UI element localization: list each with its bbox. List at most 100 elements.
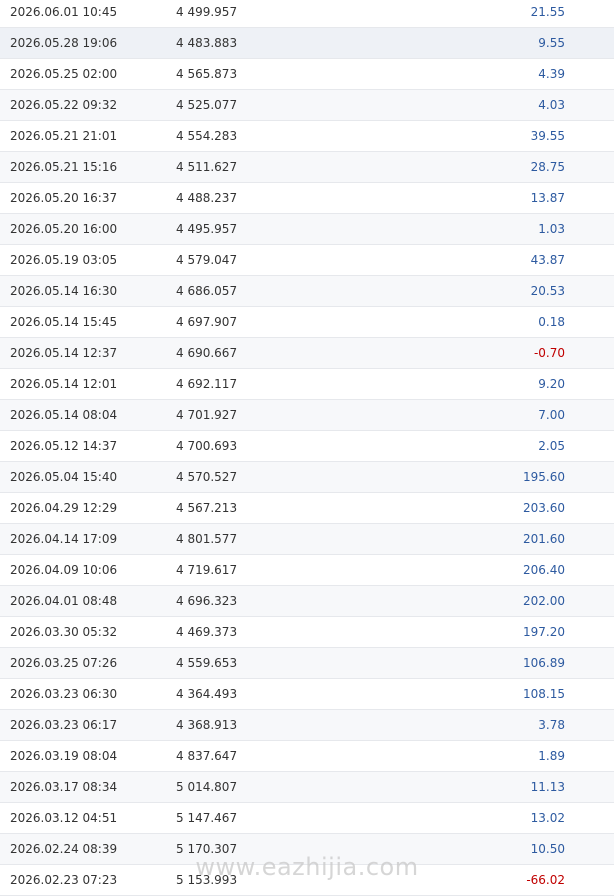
trade-price: 5 170.307	[176, 842, 238, 856]
trade-time: 2026.03.17 08:34	[10, 780, 118, 794]
trade-price: 4 837.647	[176, 749, 238, 763]
trade-price: 4 559.653	[176, 656, 238, 670]
trade-profit: 13.87	[530, 191, 565, 205]
trade-time: 2026.05.19 03:05	[10, 253, 118, 267]
trade-time: 2026.03.30 05:32	[10, 625, 118, 639]
trade-time: 2026.05.20 16:37	[10, 191, 118, 205]
table-row[interactable]: 2026.05.14 15:45 4 697.907 0.18	[0, 307, 614, 338]
trade-time: 2026.05.21 15:16	[10, 160, 118, 174]
trade-price: 4 495.957	[176, 222, 238, 236]
trade-profit: 203.60	[523, 501, 565, 515]
table-row[interactable]: 2026.05.19 03:05 4 579.047 43.87	[0, 245, 614, 276]
trade-price: 4 499.957	[176, 5, 238, 19]
trade-time: 2026.03.25 07:26	[10, 656, 118, 670]
table-row[interactable]: 2026.03.23 06:17 4 368.913 3.78	[0, 710, 614, 741]
table-row[interactable]: 2026.05.20 16:00 4 495.957 1.03	[0, 214, 614, 245]
trade-price: 4 565.873	[176, 67, 238, 81]
trade-time: 2026.05.04 15:40	[10, 470, 118, 484]
trade-time: 2026.05.14 15:45	[10, 315, 118, 329]
table-row[interactable]: 2026.05.21 15:16 4 511.627 28.75	[0, 152, 614, 183]
trade-time: 2026.05.14 12:01	[10, 377, 118, 391]
trade-profit: 43.87	[530, 253, 565, 267]
trade-profit: 195.60	[523, 470, 565, 484]
trade-time: 2026.05.21 21:01	[10, 129, 118, 143]
trade-price: 5 147.467	[176, 811, 238, 825]
trade-profit: 28.75	[530, 160, 565, 174]
trade-price: 4 700.693	[176, 439, 238, 453]
trade-profit: 106.89	[523, 656, 565, 670]
trade-profit: 11.13	[530, 780, 565, 794]
trade-price: 4 570.527	[176, 470, 238, 484]
table-row[interactable]: 2026.03.17 08:34 5 014.807 11.13	[0, 772, 614, 803]
trade-time: 2026.05.20 16:00	[10, 222, 118, 236]
trade-profit: 39.55	[530, 129, 565, 143]
trade-price: 4 567.213	[176, 501, 238, 515]
table-row[interactable]: 2026.03.25 07:26 4 559.653 106.89	[0, 648, 614, 679]
table-row[interactable]: 2026.04.14 17:09 4 801.577 201.60	[0, 524, 614, 555]
table-row[interactable]: 2026.05.14 12:01 4 692.117 9.20	[0, 369, 614, 400]
table-row[interactable]: 2026.05.12 14:37 4 700.693 2.05	[0, 431, 614, 462]
table-row[interactable]: 2026.03.23 06:30 4 364.493 108.15	[0, 679, 614, 710]
trade-price: 4 692.117	[176, 377, 238, 391]
trade-price: 4 801.577	[176, 532, 238, 546]
trade-profit: 4.03	[538, 98, 565, 112]
trade-profit: 21.55	[530, 5, 565, 19]
trade-time: 2026.03.12 04:51	[10, 811, 118, 825]
table-row[interactable]: 2026.04.09 10:06 4 719.617 206.40	[0, 555, 614, 586]
table-row[interactable]: 2026.04.29 12:29 4 567.213 203.60	[0, 493, 614, 524]
trade-time: 2026.06.01 10:45	[10, 5, 118, 19]
trade-price: 4 690.667	[176, 346, 238, 360]
trade-price: 4 469.373	[176, 625, 238, 639]
trade-price: 4 701.927	[176, 408, 238, 422]
trade-time: 2026.05.12 14:37	[10, 439, 118, 453]
trade-price: 4 554.283	[176, 129, 238, 143]
table-row[interactable]: 2026.02.24 08:39 5 170.307 10.50	[0, 834, 614, 865]
table-row[interactable]: 2026.04.01 08:48 4 696.323 202.00	[0, 586, 614, 617]
trade-time: 2026.02.24 08:39	[10, 842, 118, 856]
trade-price: 4 719.617	[176, 563, 238, 577]
table-row[interactable]: 2026.03.30 05:32 4 469.373 197.20	[0, 617, 614, 648]
table-row[interactable]: 2026.05.14 12:37 4 690.667 -0.70	[0, 338, 614, 369]
trade-time: 2026.05.14 16:30	[10, 284, 118, 298]
trade-time: 2026.04.09 10:06	[10, 563, 118, 577]
trade-profit: 7.00	[538, 408, 565, 422]
trade-profit: 0.18	[538, 315, 565, 329]
table-row[interactable]: 2026.05.04 15:40 4 570.527 195.60	[0, 462, 614, 493]
trade-price: 4 488.237	[176, 191, 238, 205]
table-row[interactable]: 2026.05.25 02:00 4 565.873 4.39	[0, 59, 614, 90]
trade-price: 4 364.493	[176, 687, 238, 701]
trade-profit: 201.60	[523, 532, 565, 546]
trade-profit: 197.20	[523, 625, 565, 639]
trade-price: 4 511.627	[176, 160, 238, 174]
trade-history-table: 2026.06.01 10:45 4 499.957 21.55 2026.05.28…	[0, 0, 614, 896]
trade-time: 2026.04.29 12:29	[10, 501, 118, 515]
table-row[interactable]: 2026.05.21 21:01 4 554.283 39.55	[0, 121, 614, 152]
trade-price: 4 483.883	[176, 36, 238, 50]
table-row[interactable]: 2026.05.20 16:37 4 488.237 13.87	[0, 183, 614, 214]
trade-profit: 4.39	[538, 67, 565, 81]
table-row[interactable]: 2026.05.28 19:06 4 483.883 9.55	[0, 28, 614, 59]
table-row[interactable]: 2026.05.14 16:30 4 686.057 20.53	[0, 276, 614, 307]
trade-time: 2026.04.14 17:09	[10, 532, 118, 546]
trade-profit: 13.02	[530, 811, 565, 825]
trade-price: 4 686.057	[176, 284, 238, 298]
trade-time: 2026.05.28 19:06	[10, 36, 118, 50]
trade-profit: 108.15	[523, 687, 565, 701]
table-row[interactable]: 2026.03.19 08:04 4 837.647 1.89	[0, 741, 614, 772]
trade-time: 2026.05.14 08:04	[10, 408, 118, 422]
trade-time: 2026.05.14 12:37	[10, 346, 118, 360]
trade-time: 2026.05.25 02:00	[10, 67, 118, 81]
trade-profit: 9.55	[538, 36, 565, 50]
table-row[interactable]: 2026.05.14 08:04 4 701.927 7.00	[0, 400, 614, 431]
table-row[interactable]: 2026.03.12 04:51 5 147.467 13.02	[0, 803, 614, 834]
table-row[interactable]: 2026.05.22 09:32 4 525.077 4.03	[0, 90, 614, 121]
table-row[interactable]: 2026.06.01 10:45 4 499.957 21.55	[0, 0, 614, 28]
trade-price: 4 696.323	[176, 594, 238, 608]
trade-profit: 206.40	[523, 563, 565, 577]
table-row[interactable]: 2026.02.23 07:23 5 153.993 -66.02	[0, 865, 614, 896]
trade-time: 2026.03.23 06:30	[10, 687, 118, 701]
trade-price: 4 697.907	[176, 315, 238, 329]
trade-price: 4 368.913	[176, 718, 238, 732]
trade-profit: 2.05	[538, 439, 565, 453]
trade-profit: 1.89	[538, 749, 565, 763]
